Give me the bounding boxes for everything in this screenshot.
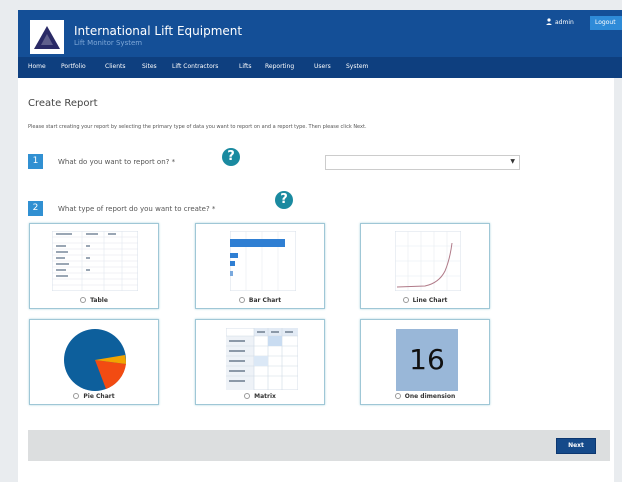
nav-reporting[interactable]: Reporting — [265, 63, 294, 70]
report-type-radio[interactable] — [394, 393, 401, 399]
report-type-label: Matrix — [196, 393, 324, 400]
report-type-radio[interactable] — [73, 393, 80, 399]
report-type-radio[interactable] — [238, 297, 245, 303]
report-type-label: Pie Chart — [30, 393, 158, 400]
report-type-one-dimension[interactable]: 16 One dimension — [360, 319, 490, 405]
main-content: Create Report Please start creating your… — [18, 78, 614, 482]
matrix-preview-icon — [226, 328, 298, 390]
report-type-pie-chart[interactable]: Pie Chart — [29, 319, 159, 405]
logo-triangle-icon — [34, 26, 60, 49]
nav-home[interactable]: Home — [28, 63, 46, 70]
report-type-line-chart[interactable]: Line Chart — [360, 223, 490, 309]
report-type-radio[interactable] — [244, 393, 251, 399]
report-type-radio[interactable] — [402, 297, 409, 303]
pie-chart-preview-icon — [62, 328, 128, 392]
nav-system[interactable]: System — [346, 63, 368, 70]
report-type-bar-chart[interactable]: Bar Chart — [195, 223, 325, 309]
nav-sites[interactable]: Sites — [142, 63, 157, 70]
dropdown-arrow-icon: ▼ — [510, 158, 515, 165]
report-type-label: Table — [30, 297, 158, 304]
report-subject-select[interactable]: ▼ — [325, 155, 520, 170]
user-name: admin — [555, 19, 574, 26]
table-preview-icon — [52, 231, 138, 291]
step-2-badge: 2 — [28, 201, 43, 216]
help-icon[interactable]: ? — [222, 148, 240, 166]
line-chart-preview-icon — [395, 231, 461, 291]
page-title: Create Report — [28, 98, 98, 109]
logo — [30, 20, 64, 54]
report-type-label: Bar Chart — [196, 297, 324, 304]
app-title: International Lift Equipment — [74, 24, 243, 38]
number-preview-icon: 16 — [396, 329, 458, 391]
nav-users[interactable]: Users — [314, 63, 331, 70]
bar-chart-preview-icon — [230, 231, 296, 291]
user-menu[interactable]: admin — [546, 18, 574, 26]
report-type-table[interactable]: Table — [29, 223, 159, 309]
logout-button[interactable]: Logout — [590, 16, 622, 30]
instructions-text: Please start creating your report by sel… — [28, 124, 367, 130]
help-icon[interactable]: ? — [275, 191, 293, 209]
nav-lifts[interactable]: Lifts — [239, 63, 252, 70]
form-footer: Next — [28, 430, 610, 461]
step-1-label: What do you want to report on? * — [58, 158, 176, 166]
step-1-badge: 1 — [28, 154, 43, 169]
step-2-label: What type of report do you want to creat… — [58, 205, 216, 213]
report-type-label: One dimension — [361, 393, 489, 400]
report-type-matrix[interactable]: Matrix — [195, 319, 325, 405]
report-type-label: Line Chart — [361, 297, 489, 304]
main-nav: Home Portfolio Clients Sites Lift Contra… — [18, 57, 622, 78]
nav-lift-contractors[interactable]: Lift Contractors — [172, 63, 218, 70]
user-icon — [546, 18, 552, 25]
report-type-radio[interactable] — [80, 297, 87, 303]
nav-clients[interactable]: Clients — [105, 63, 126, 70]
nav-portfolio[interactable]: Portfolio — [61, 63, 86, 70]
next-button[interactable]: Next — [556, 438, 596, 454]
app-subtitle: Lift Monitor System — [74, 39, 143, 47]
